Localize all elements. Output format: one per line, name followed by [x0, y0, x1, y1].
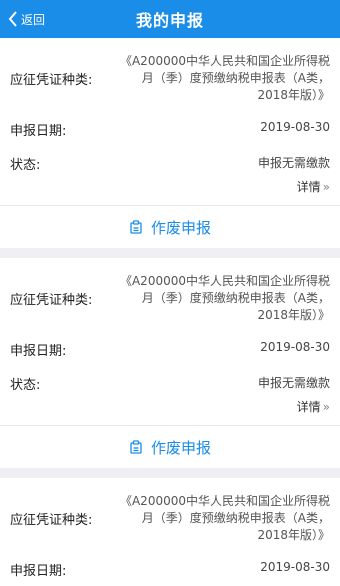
chevron-left-icon: [8, 11, 17, 27]
declaration-card: 应征凭证种类: 《A200000中华人民共和国企业所得税月（季）度预缴纳税申报表…: [0, 478, 340, 586]
voucher-type-value: 《A200000中华人民共和国企业所得税月（季）度预缴纳税申报表（A类，2018…: [119, 54, 330, 102]
status-value: 申报无需缴款: [257, 376, 330, 390]
clipboard-icon: [130, 440, 142, 454]
void-declaration-button[interactable]: 作废申报: [0, 206, 340, 248]
date-label: 申报日期:: [10, 124, 67, 139]
date-row: 申报日期: 2019-08-30: [0, 330, 340, 366]
voucher-type-value: 《A200000中华人民共和国企业所得税月（季）度预缴纳税申报表（A类，2018…: [119, 494, 330, 542]
voucher-type-row: 应征凭证种类: 《A200000中华人民共和国企业所得税月（季）度预缴纳税申报表…: [0, 38, 340, 110]
status-label: 状态:: [10, 378, 41, 393]
back-label: 返回: [21, 12, 46, 27]
date-label: 申报日期:: [10, 564, 67, 579]
declaration-card: 应征凭证种类: 《A200000中华人民共和国企业所得税月（季）度预缴纳税申报表…: [0, 258, 340, 468]
app-header: 返回 我的申报: [0, 0, 340, 38]
voucher-type-row: 应征凭证种类: 《A200000中华人民共和国企业所得税月（季）度预缴纳税申报表…: [0, 478, 340, 550]
detail-link[interactable]: 详情»: [0, 398, 340, 425]
detail-link[interactable]: 详情»: [0, 178, 340, 205]
voucher-type-label: 应征凭证种类:: [10, 293, 93, 308]
detail-label: 详情: [296, 180, 321, 194]
date-value: 2019-08-30: [260, 340, 330, 354]
date-row: 申报日期: 2019-08-30: [0, 550, 340, 586]
date-value: 2019-08-30: [260, 120, 330, 134]
date-label: 申报日期:: [10, 344, 67, 359]
status-row: 状态: 申报无需缴款: [0, 366, 340, 398]
void-declaration-button[interactable]: 作废申报: [0, 426, 340, 468]
void-declaration-label: 作废申报: [150, 218, 211, 237]
date-row: 申报日期: 2019-08-30: [0, 110, 340, 146]
status-label: 状态:: [10, 158, 41, 173]
status-row: 状态: 申报无需缴款: [0, 146, 340, 178]
declaration-card: 应征凭证种类: 《A200000中华人民共和国企业所得税月（季）度预缴纳税申报表…: [0, 38, 340, 248]
voucher-type-row: 应征凭证种类: 《A200000中华人民共和国企业所得税月（季）度预缴纳税申报表…: [0, 258, 340, 330]
status-value: 申报无需缴款: [257, 156, 330, 170]
date-value: 2019-08-30: [260, 560, 330, 574]
detail-label: 详情: [296, 400, 321, 414]
voucher-type-value: 《A200000中华人民共和国企业所得税月（季）度预缴纳税申报表（A类，2018…: [119, 274, 330, 322]
back-button[interactable]: 返回: [8, 0, 45, 38]
double-chevron-right-icon: »: [322, 180, 330, 194]
void-declaration-label: 作废申报: [150, 438, 211, 457]
voucher-type-label: 应征凭证种类:: [10, 73, 93, 88]
double-chevron-right-icon: »: [322, 400, 330, 414]
voucher-type-label: 应征凭证种类:: [10, 513, 93, 528]
clipboard-icon: [130, 220, 142, 234]
page-title: 我的申报: [135, 11, 204, 30]
